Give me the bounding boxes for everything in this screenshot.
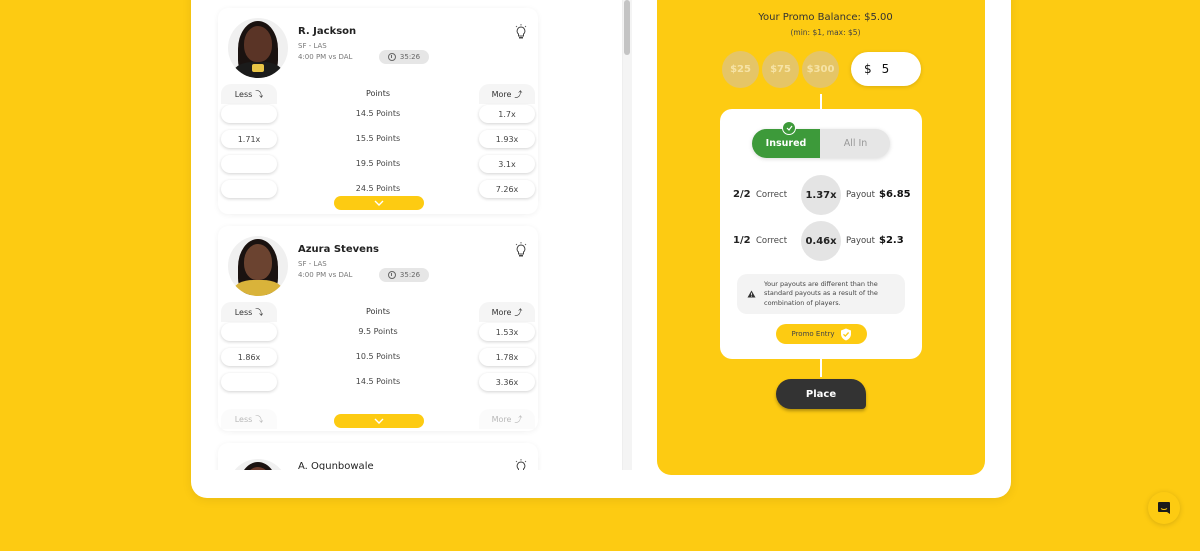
arrow-down-icon: ⤵ xyxy=(255,414,264,424)
less-odds-button[interactable] xyxy=(221,180,277,198)
correct-label: Correct xyxy=(756,236,788,246)
countdown-timer: 35:26 xyxy=(379,268,429,282)
player-card: Azura Stevens SF - LAS 4:00 PM vs DAL 35… xyxy=(218,226,538,431)
correct-fraction: 1/2 xyxy=(733,235,751,246)
check-icon xyxy=(782,121,796,135)
correct-label: Correct xyxy=(756,190,788,200)
payout-row: 1/2 Correct 0.46x Payout $2.3 xyxy=(733,221,913,261)
promo-entry-badge[interactable]: Promo Entry xyxy=(776,324,867,344)
payout-multiplier: 0.46x xyxy=(801,221,841,261)
correct-fraction: 2/2 xyxy=(733,189,751,200)
amount-field[interactable]: $ xyxy=(851,52,921,86)
place-button[interactable]: Place xyxy=(776,379,866,409)
timer-value: 35:26 xyxy=(399,53,421,61)
line-label: 9.5 Points xyxy=(358,327,398,336)
game-time: 4:00 PM vs DAL xyxy=(298,53,353,61)
more-odds-button[interactable]: 1.78x xyxy=(479,348,535,366)
line-label: 14.5 Points xyxy=(355,377,401,386)
clock-icon xyxy=(387,53,396,61)
expand-lines-button[interactable] xyxy=(334,414,424,428)
payout-multiplier: 1.37x xyxy=(801,175,841,215)
promo-entry-label: Promo Entry xyxy=(791,330,835,338)
chevron-down-icon xyxy=(374,418,384,424)
chat-launcher-button[interactable] xyxy=(1148,492,1180,524)
player-avatar xyxy=(228,459,288,470)
player-name: Azura Stevens xyxy=(298,244,379,255)
less-odds-button[interactable] xyxy=(221,323,277,341)
lightbulb-icon[interactable] xyxy=(514,242,528,258)
chip-75[interactable]: $75 xyxy=(762,51,799,88)
shield-check-icon xyxy=(840,328,851,340)
less-odds-button[interactable]: 1.86x xyxy=(221,348,277,366)
picks-list: R. Jackson SF - LAS 4:00 PM vs DAL 35:26… xyxy=(191,0,631,470)
payout-value: $2.3 xyxy=(879,235,904,246)
player-name: A. Ogunbowale xyxy=(298,461,374,470)
promo-balance: Your Promo Balance: $5.00 xyxy=(758,12,893,23)
line-label: 15.5 Points xyxy=(355,134,401,143)
connector-line xyxy=(820,359,822,377)
stat-header: Points xyxy=(365,307,391,316)
player-card: R. Jackson SF - LAS 4:00 PM vs DAL 35:26… xyxy=(218,8,538,214)
game-time: 4:00 PM vs DAL xyxy=(298,271,353,279)
line-label: 24.5 Points xyxy=(355,184,401,193)
more-odds-button[interactable]: 3.1x xyxy=(479,155,535,173)
line-label: 10.5 Points xyxy=(355,352,401,361)
expand-lines-button[interactable] xyxy=(334,196,424,210)
less-header: Less ⤵ xyxy=(221,302,277,322)
more-odds-button[interactable]: 3.36x xyxy=(479,373,535,391)
less-header-faded: Less ⤵ xyxy=(221,409,277,429)
line-label: 14.5 Points xyxy=(355,109,401,118)
mode-all-in-button[interactable]: All In xyxy=(821,129,890,158)
more-header: More ⤴ xyxy=(479,84,535,104)
notice-text: Your payouts are different than the stan… xyxy=(764,279,878,307)
more-odds-button[interactable]: 1.53x xyxy=(479,323,535,341)
player-avatar xyxy=(228,236,288,296)
player-name: R. Jackson xyxy=(298,26,357,37)
less-header: Less ⤵ xyxy=(221,84,277,104)
payout-value: $6.85 xyxy=(879,189,911,200)
timer-value: 35:26 xyxy=(399,271,421,279)
less-odds-button[interactable]: 1.71x xyxy=(221,130,277,148)
lightbulb-icon[interactable] xyxy=(514,459,528,470)
stat-header: Points xyxy=(365,89,391,98)
more-header-faded: More ⤴ xyxy=(479,409,535,429)
arrow-up-icon: ⤴ xyxy=(514,307,523,317)
arrow-down-icon: ⤵ xyxy=(255,89,264,99)
scrollbar-track[interactable] xyxy=(622,0,632,470)
amount-input[interactable] xyxy=(881,62,912,76)
chip-25[interactable]: $25 xyxy=(722,51,759,88)
promo-limits: (min: $1, max: $5) xyxy=(790,28,861,37)
less-odds-button[interactable] xyxy=(221,373,277,391)
player-avatar xyxy=(228,18,288,78)
chevron-down-icon xyxy=(374,200,384,206)
scrollbar-thumb[interactable] xyxy=(624,0,630,55)
player-team: SF - LAS xyxy=(298,42,327,50)
player-card: A. Ogunbowale xyxy=(218,443,538,470)
countdown-timer: 35:26 xyxy=(379,50,429,64)
currency-symbol: $ xyxy=(864,62,872,76)
less-odds-button[interactable] xyxy=(221,155,277,173)
payout-label: Payout xyxy=(846,236,875,246)
more-odds-button[interactable]: 1.93x xyxy=(479,130,535,148)
arrow-up-icon: ⤴ xyxy=(514,414,523,424)
more-header: More ⤴ xyxy=(479,302,535,322)
payout-notice: Your payouts are different than the stan… xyxy=(737,274,905,314)
chat-icon xyxy=(1158,502,1170,514)
arrow-up-icon: ⤴ xyxy=(514,89,523,99)
more-odds-button[interactable]: 7.26x xyxy=(479,180,535,198)
warning-icon xyxy=(747,290,756,298)
line-label: 19.5 Points xyxy=(355,159,401,168)
chip-300[interactable]: $300 xyxy=(802,51,839,88)
more-odds-button[interactable]: 1.7x xyxy=(479,105,535,123)
connector-line xyxy=(820,94,822,109)
arrow-down-icon: ⤵ xyxy=(255,307,264,317)
payout-label: Payout xyxy=(846,190,875,200)
less-odds-button[interactable] xyxy=(221,105,277,123)
player-team: SF - LAS xyxy=(298,260,327,268)
lightbulb-icon[interactable] xyxy=(514,24,528,40)
clock-icon xyxy=(387,271,396,279)
mode-toggle[interactable]: Insured All In xyxy=(752,129,890,158)
payout-row: 2/2 Correct 1.37x Payout $6.85 xyxy=(733,175,913,215)
